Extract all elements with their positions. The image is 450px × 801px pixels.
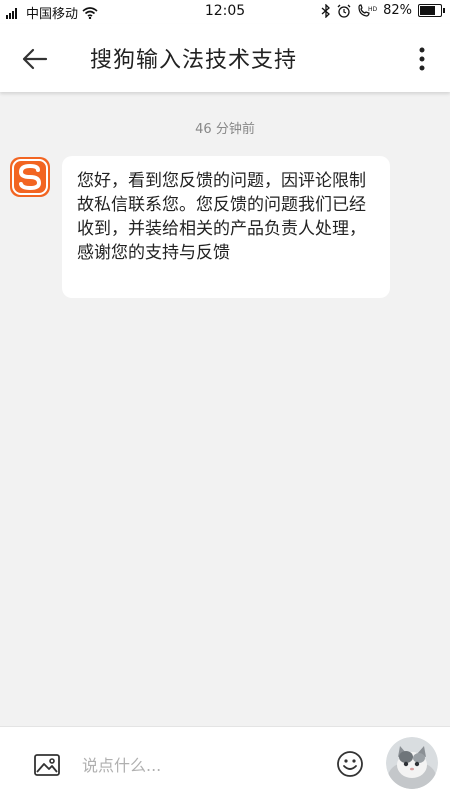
input-bar — [0, 726, 450, 801]
hd-call-icon: HD — [358, 3, 377, 17]
image-icon[interactable] — [33, 751, 61, 779]
svg-text:HD: HD — [368, 6, 377, 13]
battery-icon — [418, 4, 445, 17]
user-avatar[interactable] — [386, 737, 438, 789]
more-vertical-icon[interactable] — [412, 42, 432, 76]
message-timestamp: 46 分钟前 — [195, 122, 255, 137]
app-header: 搜狗输入法技术支持 — [0, 24, 450, 92]
message-input[interactable] — [82, 751, 322, 779]
message-bubble: 您好，看到您反馈的问题，因评论限制故私信联系您。您反馈的问题我们已经收到，并装给… — [62, 156, 390, 298]
battery-percent: 82% — [383, 3, 412, 18]
battery-fill — [420, 6, 435, 15]
sogou-logo-icon[interactable] — [10, 157, 50, 197]
emoji-icon[interactable] — [335, 749, 365, 779]
status-bar: 中国移动 12:05 HD 82% — [0, 0, 450, 24]
status-right: HD 82% — [321, 3, 445, 18]
page-title: 搜狗输入法技术支持 — [90, 48, 298, 73]
alarm-icon — [337, 4, 351, 18]
back-arrow-icon[interactable] — [18, 42, 52, 76]
bluetooth-icon — [321, 3, 331, 18]
message-text: 您好，看到您反馈的问题，因评论限制故私信联系您。您反馈的问题我们已经收到，并装给… — [77, 171, 366, 263]
